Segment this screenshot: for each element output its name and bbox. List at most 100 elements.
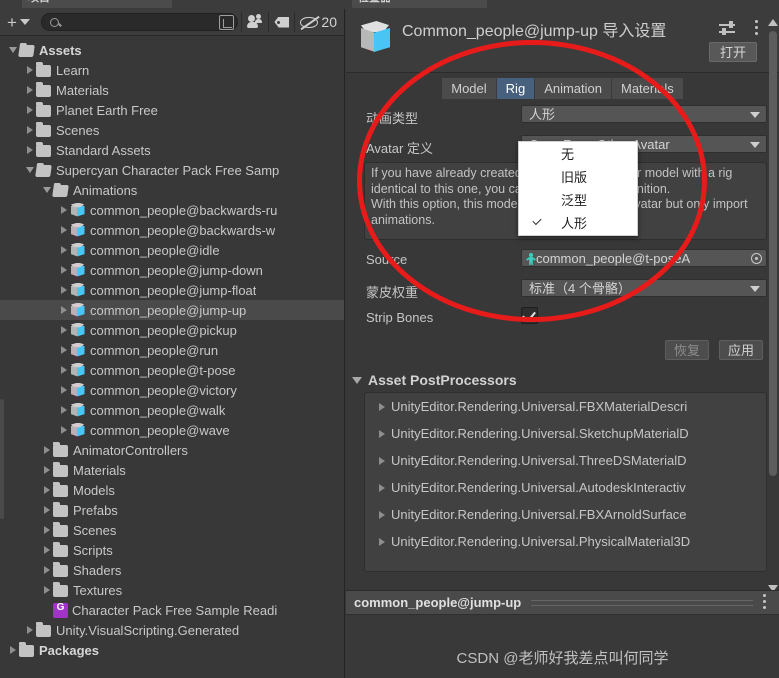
chevron-down-icon[interactable] (40, 187, 53, 193)
tree-row[interactable]: Scripts (0, 540, 344, 560)
chevron-right-icon[interactable] (57, 326, 70, 334)
chevron-right-icon[interactable] (40, 446, 53, 454)
chevron-right-icon[interactable] (57, 206, 70, 214)
filter-by-type-button[interactable] (242, 13, 268, 32)
chevron-right-icon[interactable] (379, 510, 385, 519)
tree-row[interactable]: Character Pack Free Sample Readi (0, 600, 344, 620)
chevron-right-icon[interactable] (23, 626, 36, 634)
tab-project[interactable]: 项目 (22, 0, 172, 8)
chevron-right-icon[interactable] (40, 526, 53, 534)
tree-row[interactable]: common_people@jump-down (0, 260, 344, 280)
tree-row[interactable]: Scenes (0, 520, 344, 540)
animation-type-dropdown[interactable]: 人形 (521, 105, 767, 123)
tab-materials[interactable]: Materials (612, 77, 683, 99)
chevron-right-icon[interactable] (23, 146, 36, 154)
tree-row[interactable]: Learn (0, 60, 344, 80)
chevron-right-icon[interactable] (40, 466, 53, 474)
tree-row[interactable]: common_people@walk (0, 400, 344, 420)
strip-bones-checkbox[interactable] (521, 307, 538, 324)
postprocessor-item[interactable]: UnityEditor.Rendering.Universal.Physical… (365, 528, 766, 555)
chevron-right-icon[interactable] (379, 429, 385, 438)
revert-button[interactable]: 恢复 (664, 340, 709, 360)
postprocessor-item[interactable]: UnityEditor.Rendering.Universal.ThreeDSM… (365, 447, 766, 474)
chevron-down-icon[interactable] (6, 47, 19, 53)
chevron-right-icon[interactable] (40, 486, 53, 494)
postprocessors-list[interactable]: UnityEditor.Rendering.Universal.FBXMater… (364, 392, 767, 572)
dropdown-option[interactable]: 旧版 (519, 165, 637, 188)
asset-postprocessors-header[interactable]: Asset PostProcessors (346, 368, 779, 392)
dropdown-option[interactable]: 人形 (519, 211, 637, 234)
inspector-scrollbar[interactable] (767, 19, 778, 592)
chevron-right-icon[interactable] (23, 106, 36, 114)
skin-weights-dropdown[interactable]: 标准（4 个骨骼） (521, 279, 767, 297)
project-scrollbar[interactable] (0, 399, 4, 519)
preview-menu-icon[interactable] (763, 593, 767, 612)
tree-row[interactable]: common_people@backwards-w (0, 220, 344, 240)
tree-row[interactable]: Supercyan Character Pack Free Samp (0, 160, 344, 180)
search-input[interactable] (58, 16, 220, 28)
postprocessor-item[interactable]: UnityEditor.Rendering.Universal.FBXMater… (365, 393, 766, 420)
postprocessor-item[interactable]: UnityEditor.Rendering.Universal.FBXArnol… (365, 501, 766, 528)
preset-icon[interactable] (719, 21, 737, 37)
chevron-right-icon[interactable] (57, 386, 70, 394)
postprocessor-item[interactable]: UnityEditor.Rendering.Universal.Sketchup… (365, 420, 766, 447)
tree-row[interactable]: common_people@idle (0, 240, 344, 260)
tree-row[interactable]: common_people@t-pose (0, 360, 344, 380)
tab-inspector[interactable]: 检查器 (352, 0, 487, 8)
tree-row[interactable]: Textures (0, 580, 344, 600)
tree-row[interactable]: common_people@victory (0, 380, 344, 400)
chevron-right-icon[interactable] (57, 366, 70, 374)
chevron-down-icon[interactable] (23, 167, 36, 173)
chevron-right-icon[interactable] (40, 566, 53, 574)
tab-rig[interactable]: Rig (496, 77, 536, 99)
search-box[interactable] (40, 13, 239, 31)
tree-row[interactable]: common_people@jump-up (0, 300, 344, 320)
tree-row[interactable]: common_people@jump-float (0, 280, 344, 300)
dropdown-option[interactable]: 泛型 (519, 188, 637, 211)
chevron-right-icon[interactable] (40, 506, 53, 514)
chevron-right-icon[interactable] (57, 246, 70, 254)
chevron-right-icon[interactable] (40, 546, 53, 554)
tree-row[interactable]: common_people@backwards-ru (0, 200, 344, 220)
apply-button[interactable]: 应用 (718, 340, 763, 360)
scroll-thumb[interactable] (769, 31, 777, 476)
chevron-right-icon[interactable] (57, 266, 70, 274)
chevron-right-icon[interactable] (57, 426, 70, 434)
tree-row[interactable]: AnimatorControllers (0, 440, 344, 460)
tree-row[interactable]: common_people@run (0, 340, 344, 360)
tree-row[interactable]: common_people@wave (0, 420, 344, 440)
chevron-right-icon[interactable] (379, 402, 385, 411)
drag-handle[interactable] (531, 599, 753, 606)
source-object-field[interactable]: common_people@t-poseA (521, 249, 767, 267)
tree-row[interactable]: Standard Assets (0, 140, 344, 160)
hidden-packages-button[interactable]: 20 (295, 13, 342, 32)
tree-row[interactable]: Assets (0, 40, 344, 60)
chevron-right-icon[interactable] (23, 86, 36, 94)
tree-row[interactable]: Shaders (0, 560, 344, 580)
tree-row[interactable]: Materials (0, 460, 344, 480)
search-expand-icon[interactable] (219, 14, 235, 30)
chevron-right-icon[interactable] (57, 286, 70, 294)
animation-type-dropdown-menu[interactable]: 无旧版 泛型 人形 (518, 141, 638, 236)
postprocessor-item[interactable]: UnityEditor.Rendering.Universal.Autodesk… (365, 474, 766, 501)
tree-row[interactable]: Materials (0, 80, 344, 100)
inspector-menu-icon[interactable] (755, 20, 759, 38)
chevron-right-icon[interactable] (379, 483, 385, 492)
filter-by-label-button[interactable] (269, 13, 294, 32)
tab-animation[interactable]: Animation (535, 77, 612, 99)
tree-row[interactable]: Prefabs (0, 500, 344, 520)
chevron-right-icon[interactable] (379, 456, 385, 465)
chevron-right-icon[interactable] (57, 346, 70, 354)
tree-row[interactable]: Unity.VisualScripting.Generated (0, 620, 344, 640)
chevron-right-icon[interactable] (379, 537, 385, 546)
open-button[interactable]: 打开 (709, 42, 757, 62)
chevron-right-icon[interactable] (6, 646, 19, 654)
asset-tree[interactable]: Assets Learn Materials Planet Earth Free Sce… (0, 37, 344, 678)
chevron-right-icon[interactable] (57, 406, 70, 414)
tab-model[interactable]: Model (442, 77, 497, 99)
chevron-right-icon[interactable] (40, 586, 53, 594)
chevron-right-icon[interactable] (23, 66, 36, 74)
chevron-right-icon[interactable] (57, 226, 70, 234)
tree-row[interactable]: Scenes (0, 120, 344, 140)
create-add-button[interactable]: + (2, 13, 35, 32)
